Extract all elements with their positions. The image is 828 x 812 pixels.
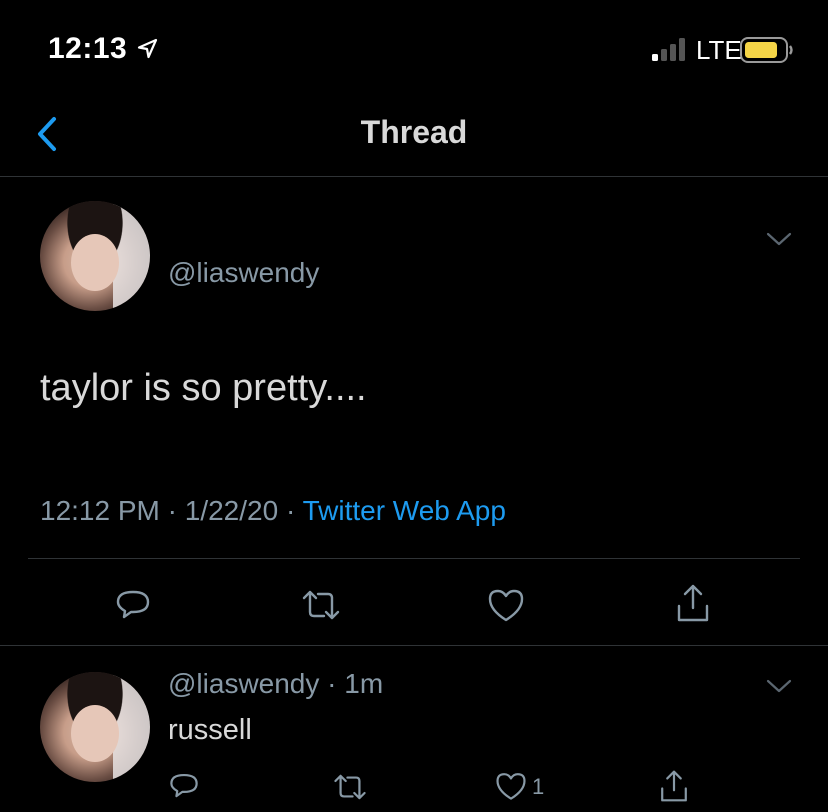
battery-icon xyxy=(740,37,793,63)
location-arrow-icon xyxy=(137,38,158,59)
reply-tweet[interactable]: @liaswendy · 1m russell 1 xyxy=(0,646,828,812)
status-bar: 12:13 LTE xyxy=(0,0,828,100)
tweet-actions xyxy=(0,562,828,642)
divider xyxy=(28,558,800,559)
reply-header: @liaswendy · 1m xyxy=(168,668,383,700)
like-icon[interactable] xyxy=(486,586,526,624)
tweet-source-link[interactable]: Twitter Web App xyxy=(303,495,506,526)
tweet-meta: 12:12 PM · 1/22/20 · Twitter Web App xyxy=(40,495,506,527)
like-icon[interactable] xyxy=(494,770,528,802)
share-icon[interactable] xyxy=(674,582,712,624)
chevron-down-icon[interactable] xyxy=(766,231,792,247)
main-tweet[interactable]: @liaswendy taylor is so pretty.... 12:12… xyxy=(0,177,828,646)
network-type: LTE xyxy=(696,35,742,65)
status-time: 12:13 xyxy=(48,32,128,65)
page-title: Thread xyxy=(360,114,468,150)
retweet-icon[interactable] xyxy=(332,772,368,802)
reply-handle[interactable]: @liaswendy xyxy=(168,668,319,699)
tweet-text: taylor is so pretty.... xyxy=(40,367,367,409)
meta-separator: · xyxy=(327,668,337,699)
signal-bars-icon xyxy=(652,38,685,61)
reply-age: 1m xyxy=(344,668,384,699)
chevron-down-icon[interactable] xyxy=(766,678,792,694)
reply-actions: 1 xyxy=(0,764,828,812)
like-count: 1 xyxy=(532,774,545,799)
reply-icon[interactable] xyxy=(114,586,152,624)
nav-bar: Thread xyxy=(0,100,828,177)
meta-separator: · xyxy=(285,495,296,526)
avatar-face xyxy=(70,234,120,292)
share-icon[interactable] xyxy=(658,768,690,804)
reply-text: russell xyxy=(168,714,252,746)
reply-icon[interactable] xyxy=(168,770,200,802)
avatar-face xyxy=(70,705,120,763)
avatar[interactable] xyxy=(40,201,150,311)
meta-separator: · xyxy=(167,495,177,526)
tweet-time: 12:12 PM xyxy=(40,495,160,526)
tweet-handle[interactable]: @liaswendy xyxy=(168,257,319,289)
retweet-icon[interactable] xyxy=(300,588,342,622)
tweet-date: 1/22/20 xyxy=(184,495,279,526)
